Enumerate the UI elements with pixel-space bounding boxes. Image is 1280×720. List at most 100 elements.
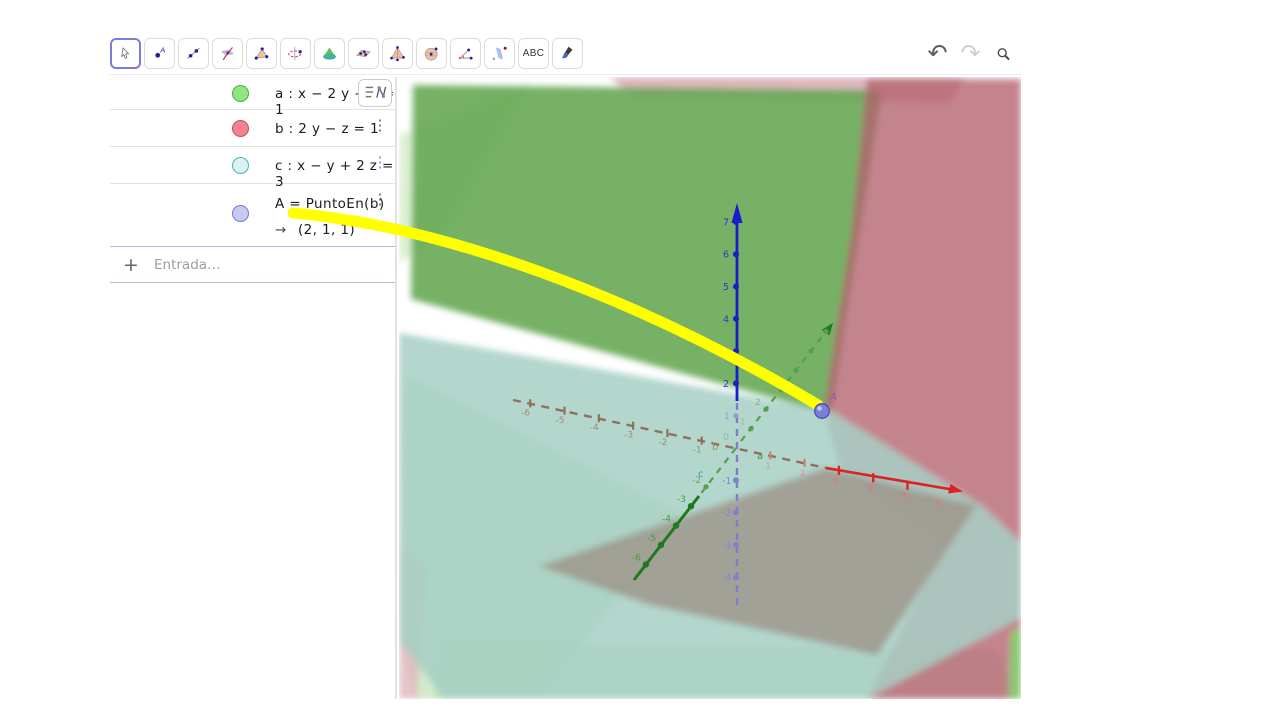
y-tick-label: 1 (740, 418, 746, 428)
origin-label: 0 (723, 432, 729, 443)
z-tick-dot (733, 219, 739, 225)
plane-label-c: c (698, 469, 704, 480)
arrow-glyph: → (275, 222, 287, 238)
y-tick-label: -6 (632, 553, 641, 563)
z-tick-label: -3 (722, 540, 731, 551)
planes-group (399, 77, 1021, 699)
y-tick-dot (763, 407, 768, 412)
y-tick-label: -4 (662, 515, 671, 525)
z-tick-dot (733, 574, 739, 580)
redo-button[interactable]: ↷ (957, 40, 984, 67)
z-tick-dot (733, 348, 739, 354)
algebra-input-row: + (110, 247, 395, 283)
z-tick-label: 2 (723, 379, 729, 390)
tool-pyramid[interactable] (382, 38, 413, 69)
y-tick-dot (688, 503, 694, 509)
search-icon (996, 42, 1011, 66)
z-tick-dot (733, 316, 739, 322)
z-tick-label: -4 (722, 573, 731, 584)
row-menu-c[interactable]: ⋮ (371, 153, 389, 173)
y-tick-label: 2 (755, 398, 761, 408)
graphics-3d-view[interactable]: -6-5-4-3-2-11234560123456-2-3-4-5-623456… (399, 77, 1021, 699)
z-tick-label: 1 (724, 412, 730, 422)
row-menu-b[interactable]: ⋮ (371, 116, 389, 136)
value-A: (2, 1, 1) (298, 222, 355, 238)
y-tick-dot (673, 522, 679, 528)
y-tick-dot (748, 426, 753, 431)
point-A[interactable] (815, 404, 830, 419)
input-style-button[interactable] (358, 79, 392, 107)
z-tick-label: 7 (723, 217, 729, 228)
x-tick-label: 1 (765, 461, 771, 471)
x-tick-label: 2 (800, 469, 806, 479)
x-tick-label: -3 (624, 431, 633, 441)
z-tick-label: -1 (722, 476, 731, 487)
y-tick-label: 6 (815, 321, 821, 331)
x-tick-label: -1 (693, 446, 702, 456)
tool-line[interactable] (178, 38, 209, 69)
z-tick-dot (733, 413, 738, 418)
x-tick-label: 4 (867, 484, 873, 494)
y-tick-label: 4 (785, 359, 791, 369)
y-tick-dot (703, 484, 708, 489)
tool-cone[interactable] (314, 38, 345, 69)
tool-circle-with-axis[interactable] (280, 38, 311, 69)
z-tick-label: 5 (723, 282, 729, 293)
tool-intersect-two-surfaces[interactable] (212, 38, 243, 69)
y-tick-dot (643, 561, 649, 567)
equation-b: b : 2 y − z = 1 (275, 121, 379, 137)
y-tick-dot (778, 387, 783, 392)
toolbar: A ABC ↶ ↷ (110, 35, 1021, 75)
tool-plane-through-points[interactable] (348, 38, 379, 69)
z-tick-label: 6 (723, 250, 729, 261)
tool-move[interactable] (110, 38, 141, 69)
geogebra-window: A ABC ↶ ↷ a : x − 2 y + z = 1 (0, 0, 1280, 720)
x-tick-label: -4 (590, 423, 599, 433)
toolbar-tools: A ABC (110, 35, 583, 69)
plane-label-b: b (712, 442, 718, 453)
algebra-row-c[interactable]: c : x − y + 2 z = 3 ⋮ (110, 147, 395, 184)
y-tick-dot (808, 348, 813, 353)
tool-point[interactable]: A (144, 38, 175, 69)
algebra-row-A[interactable]: A = PuntoEn(b) → (2, 1, 1) ⋮ (110, 184, 395, 247)
definition-A: A = PuntoEn(b) (275, 196, 385, 212)
algebra-input[interactable] (152, 256, 395, 274)
visibility-toggle-b[interactable] (232, 120, 249, 137)
x-tick-label: -6 (521, 408, 530, 418)
algebra-panel: a : x − 2 y + z = 1 b : 2 y − z = 1 ⋮ c … (110, 77, 397, 699)
undo-button[interactable]: ↶ (924, 40, 951, 67)
tool-polygon[interactable] (246, 38, 277, 69)
y-tick-dot (823, 329, 828, 334)
z-tick-dot (733, 510, 739, 516)
svg-text:A: A (159, 45, 165, 54)
visibility-toggle-c[interactable] (232, 157, 249, 174)
add-entry-plus[interactable]: + (110, 254, 152, 276)
y-tick-label: 3 (770, 379, 776, 389)
y-tick-label: 5 (800, 340, 806, 350)
algebra-row-a[interactable]: a : x − 2 y + z = 1 (110, 77, 395, 110)
y-tick-label: -3 (677, 495, 686, 505)
tool-sphere[interactable] (416, 38, 447, 69)
tool-angle[interactable] (450, 38, 481, 69)
tool-text[interactable]: ABC (518, 38, 549, 69)
z-tick-dot (733, 284, 739, 290)
visibility-toggle-a[interactable] (232, 85, 249, 102)
z-tick-dot (733, 380, 739, 386)
algebra-style-icon (359, 80, 391, 105)
visibility-toggle-A[interactable] (232, 205, 249, 222)
x-tick-label: -2 (658, 438, 667, 448)
z-tick-label: 3 (723, 347, 729, 358)
y-tick-dot (793, 368, 798, 373)
z-tick-label: 4 (723, 314, 729, 325)
algebra-row-b[interactable]: b : 2 y − z = 1 ⋮ (110, 110, 395, 147)
x-tick-label: 6 (936, 499, 942, 509)
tool-reflect[interactable] (484, 38, 515, 69)
row-menu-A[interactable]: ⋮ (371, 190, 389, 210)
search-button[interactable] (990, 40, 1017, 67)
plane-label-a: a (757, 451, 763, 462)
x-tick-label: -5 (556, 416, 565, 426)
y-tick-dot (658, 542, 664, 548)
z-tick-dot (733, 477, 739, 483)
tool-style-brush[interactable] (552, 38, 583, 69)
x-tick-label: 5 (902, 491, 908, 501)
